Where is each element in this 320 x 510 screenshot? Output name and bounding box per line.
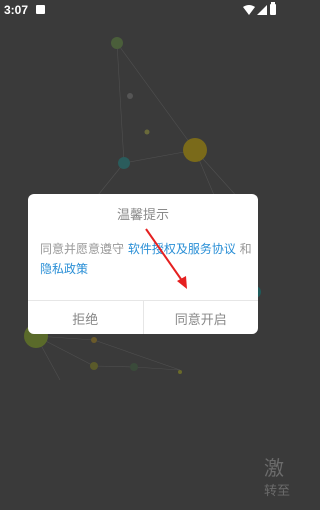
reject-button[interactable]: 拒绝 xyxy=(28,301,143,334)
accept-button[interactable]: 同意开启 xyxy=(142,301,259,334)
terms-link[interactable]: 软件授权及服务协议 xyxy=(128,242,236,256)
background-subtitle-text: 转至 xyxy=(264,484,291,499)
background-title-text: 激 xyxy=(264,456,284,480)
privacy-policy-link[interactable]: 隐私政策 xyxy=(40,262,88,276)
dialog-message-prefix: 同意并愿意遵守 xyxy=(40,242,128,256)
wifi-icon xyxy=(243,5,255,15)
status-time: 3:07 xyxy=(4,3,29,17)
dialog-message-mid: 和 xyxy=(235,242,252,256)
status-bar: 3:07 xyxy=(0,0,286,20)
dialog-title: 温馨提示 xyxy=(116,208,169,223)
consent-dialog: 温馨提示 同意并愿意遵守 软件授权及服务协议 和 隐私政策 拒绝 同意开启 xyxy=(28,194,258,334)
signal-icon xyxy=(257,5,267,15)
battery-icon xyxy=(270,2,276,15)
notification-icon xyxy=(36,5,45,14)
dialog-footer: 拒绝 同意开启 xyxy=(28,300,258,334)
dialog-message: 同意并愿意遵守 软件授权及服务协议 和 隐私政策 xyxy=(40,239,252,279)
